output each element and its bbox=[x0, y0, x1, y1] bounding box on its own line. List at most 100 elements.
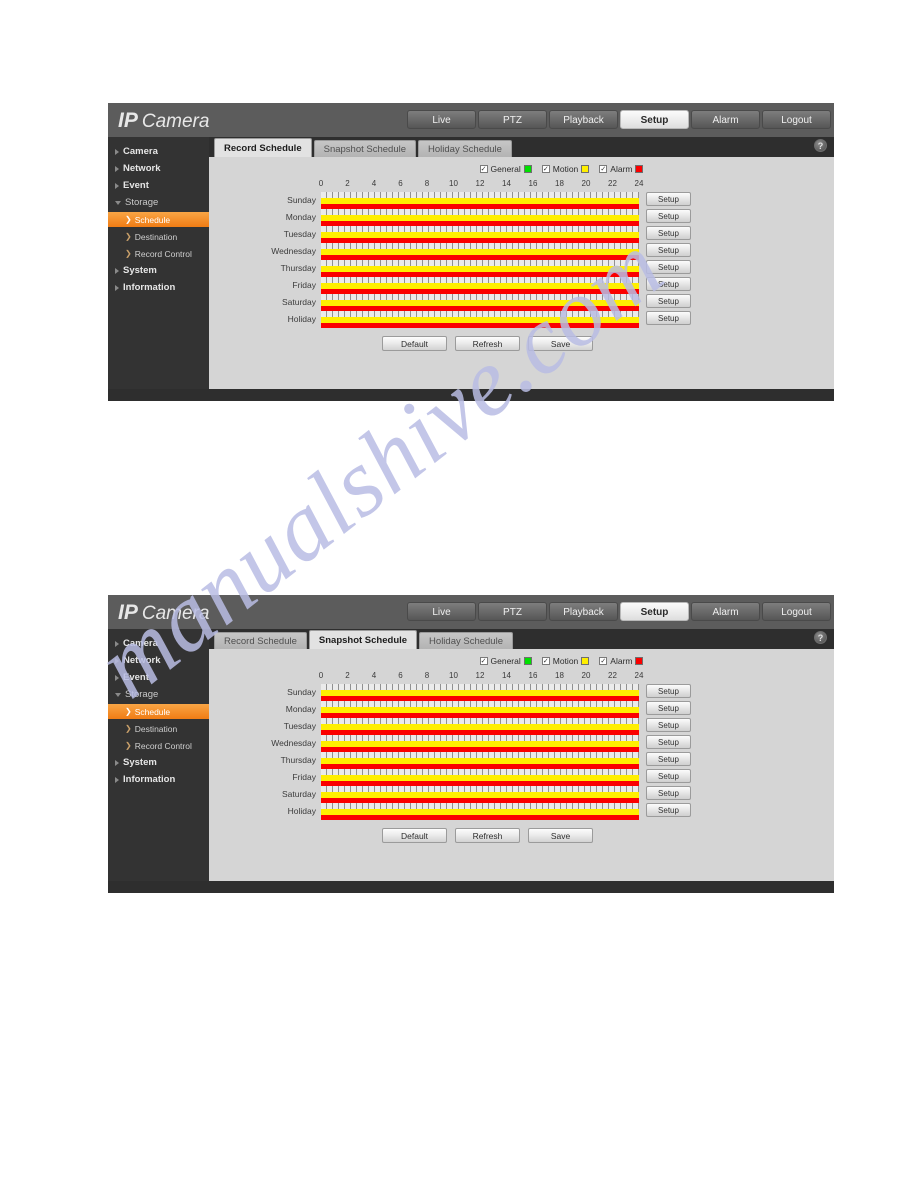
setup-button-monday[interactable]: Setup bbox=[646, 209, 691, 223]
sidebar-item-information[interactable]: Information bbox=[108, 280, 209, 295]
nav-button-live[interactable]: Live bbox=[407, 602, 476, 621]
help-icon[interactable]: ? bbox=[814, 631, 827, 644]
sidebar-item-event[interactable]: Event bbox=[108, 670, 209, 685]
checkbox-motion[interactable]: ✓ bbox=[541, 165, 550, 173]
timeline-row[interactable] bbox=[321, 786, 639, 803]
setup-button-tuesday[interactable]: Setup bbox=[646, 226, 691, 240]
nav-button-playback[interactable]: Playback bbox=[549, 110, 618, 129]
default-button[interactable]: Default bbox=[382, 828, 447, 843]
timeline-row[interactable] bbox=[321, 769, 639, 786]
timeline-row[interactable] bbox=[321, 192, 639, 209]
sidebar-item-camera[interactable]: Camera bbox=[108, 636, 209, 651]
timeline-row[interactable] bbox=[321, 260, 639, 277]
setup-button-saturday[interactable]: Setup bbox=[646, 294, 691, 308]
sidebar-item-schedule[interactable]: ❯ Schedule bbox=[108, 212, 209, 227]
timeline-row[interactable] bbox=[321, 701, 639, 718]
default-button[interactable]: Default bbox=[382, 336, 447, 351]
sidebar-item-destination[interactable]: ❯ Destination bbox=[108, 229, 209, 244]
sidebar-item-record-control[interactable]: ❯ Record Control bbox=[108, 738, 209, 753]
legend-item-general: ✓ General bbox=[479, 656, 532, 666]
nav-button-setup[interactable]: Setup bbox=[620, 602, 689, 621]
app-footer bbox=[108, 389, 834, 401]
setup-button-sunday[interactable]: Setup bbox=[646, 192, 691, 206]
timeline-rows bbox=[321, 684, 639, 820]
timeline-row[interactable] bbox=[321, 294, 639, 311]
save-button[interactable]: Save bbox=[528, 336, 593, 351]
sidebar-item-network[interactable]: Network bbox=[108, 161, 209, 176]
checkbox-alarm[interactable]: ✓ bbox=[599, 165, 608, 173]
timeline-row[interactable] bbox=[321, 684, 639, 701]
content-area: Record Schedule Snapshot Schedule Holida… bbox=[209, 629, 834, 881]
setup-button-holiday[interactable]: Setup bbox=[646, 311, 691, 325]
sidebar-item-storage[interactable]: Storage bbox=[108, 195, 209, 210]
setup-button-holiday[interactable]: Setup bbox=[646, 803, 691, 817]
sidebar-item-record-control[interactable]: ❯ Record Control bbox=[108, 246, 209, 261]
help-icon[interactable]: ? bbox=[814, 139, 827, 152]
setup-button-sunday[interactable]: Setup bbox=[646, 684, 691, 698]
sidebar-item-storage[interactable]: Storage bbox=[108, 687, 209, 702]
checkbox-motion[interactable]: ✓ bbox=[541, 657, 550, 665]
nav-button-live[interactable]: Live bbox=[407, 110, 476, 129]
timeline-row[interactable] bbox=[321, 243, 639, 260]
timeline-row[interactable] bbox=[321, 752, 639, 769]
timeline-row[interactable] bbox=[321, 209, 639, 226]
checkbox-general[interactable]: ✓ bbox=[479, 657, 488, 665]
setup-button-wednesday[interactable]: Setup bbox=[646, 243, 691, 257]
sidebar-item-schedule[interactable]: ❯ Schedule bbox=[108, 704, 209, 719]
tab-snapshot-schedule[interactable]: Snapshot Schedule bbox=[308, 630, 418, 649]
nav-button-ptz[interactable]: PTZ bbox=[478, 602, 547, 621]
timeline-column: 0 2 4 6 8 10 12 14 16 18 20 22 24 bbox=[319, 671, 643, 820]
timeline-row[interactable] bbox=[321, 718, 639, 735]
band-alarm[interactable] bbox=[321, 815, 639, 820]
hour-tick: 14 bbox=[502, 179, 511, 188]
sidebar-item-system[interactable]: System bbox=[108, 263, 209, 278]
band-alarm[interactable] bbox=[321, 323, 639, 328]
nav-button-logout[interactable]: Logout bbox=[762, 110, 831, 129]
checkbox-general[interactable]: ✓ bbox=[479, 165, 488, 173]
caret-right-icon bbox=[115, 182, 119, 189]
caret-right-icon bbox=[115, 284, 119, 291]
refresh-button[interactable]: Refresh bbox=[455, 336, 520, 351]
tab-holiday-schedule[interactable]: Holiday Schedule bbox=[419, 632, 513, 649]
nav-button-alarm[interactable]: Alarm bbox=[691, 110, 760, 129]
sidebar-item-information[interactable]: Information bbox=[108, 772, 209, 787]
setup-button-column: Setup Setup Setup Setup Setup Setup Setu… bbox=[639, 179, 706, 328]
sidebar-item-camera[interactable]: Camera bbox=[108, 144, 209, 159]
setup-button-friday[interactable]: Setup bbox=[646, 769, 691, 783]
nav-button-playback[interactable]: Playback bbox=[549, 602, 618, 621]
top-navigation: Live PTZ Playback Setup Alarm Logout bbox=[407, 110, 831, 129]
hour-tick: 12 bbox=[475, 179, 485, 188]
legend-swatch-general bbox=[523, 657, 532, 665]
checkbox-alarm[interactable]: ✓ bbox=[599, 657, 608, 665]
nav-button-alarm[interactable]: Alarm bbox=[691, 602, 760, 621]
tab-record-schedule[interactable]: Record Schedule bbox=[214, 138, 312, 157]
hour-tick: 16 bbox=[528, 179, 538, 188]
timeline-row[interactable] bbox=[321, 735, 639, 752]
nav-button-logout[interactable]: Logout bbox=[762, 602, 831, 621]
setup-button-monday[interactable]: Setup bbox=[646, 701, 691, 715]
setup-button-thursday[interactable]: Setup bbox=[646, 752, 691, 766]
tab-snapshot-schedule[interactable]: Snapshot Schedule bbox=[313, 140, 417, 157]
day-label: Sunday bbox=[287, 195, 316, 205]
timeline-row[interactable] bbox=[321, 803, 639, 820]
tab-holiday-schedule[interactable]: Holiday Schedule bbox=[418, 140, 512, 157]
nav-button-setup[interactable]: Setup bbox=[620, 110, 689, 129]
hour-tick: 18 bbox=[555, 179, 564, 188]
timeline-row[interactable] bbox=[321, 311, 639, 328]
save-button[interactable]: Save bbox=[528, 828, 593, 843]
sidebar-item-system[interactable]: System bbox=[108, 755, 209, 770]
refresh-button[interactable]: Refresh bbox=[455, 828, 520, 843]
setup-button-friday[interactable]: Setup bbox=[646, 277, 691, 291]
timeline-row[interactable] bbox=[321, 277, 639, 294]
sidebar-item-destination[interactable]: ❯ Destination bbox=[108, 721, 209, 736]
setup-button-saturday[interactable]: Setup bbox=[646, 786, 691, 800]
sidebar-item-event[interactable]: Event bbox=[108, 178, 209, 193]
nav-button-ptz[interactable]: PTZ bbox=[478, 110, 547, 129]
legend-item-alarm: ✓ Alarm bbox=[599, 656, 644, 666]
setup-button-tuesday[interactable]: Setup bbox=[646, 718, 691, 732]
timeline-row[interactable] bbox=[321, 226, 639, 243]
sidebar-item-network[interactable]: Network bbox=[108, 653, 209, 668]
setup-button-wednesday[interactable]: Setup bbox=[646, 735, 691, 749]
setup-button-thursday[interactable]: Setup bbox=[646, 260, 691, 274]
tab-record-schedule[interactable]: Record Schedule bbox=[214, 632, 307, 649]
